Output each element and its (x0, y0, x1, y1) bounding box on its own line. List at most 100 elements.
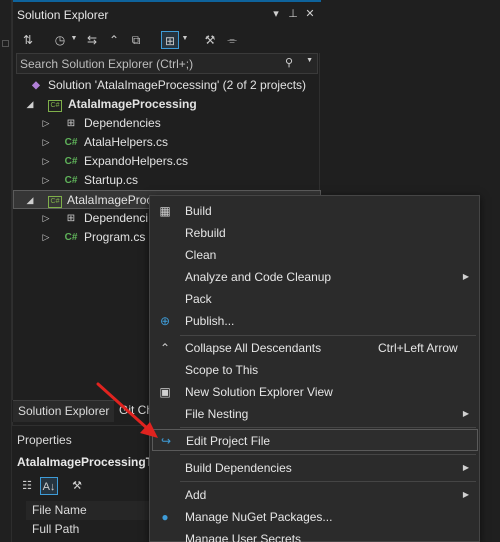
menu-item-collapse-all[interactable]: ⌃ Collapse All Descendants Ctrl+Left Arr… (152, 337, 478, 359)
menu-item-shortcut: Ctrl+Left Arrow (378, 341, 458, 355)
menu-item-publish[interactable]: ⊕ Publish... (152, 310, 478, 332)
panel-titlebar: Solution Explorer ▾ ⊥ ✕ (13, 0, 321, 27)
menu-item-label: Collapse All Descendants (185, 341, 322, 355)
close-icon[interactable]: ✕ (303, 6, 317, 22)
menu-item-label: New Solution Explorer View (185, 385, 333, 399)
menu-item-label: Build (185, 204, 212, 218)
tree-item-label: AtalaHelpers.cs (84, 135, 169, 149)
search-box[interactable]: ⚲ ▼ (16, 53, 318, 74)
tree-item-file[interactable]: ▷ C# ExpandoHelpers.cs (13, 152, 321, 171)
csharp-file-icon: C# (64, 137, 78, 148)
properties-title: Properties (17, 433, 72, 447)
left-edge-strip (0, 0, 12, 542)
tree-item-solution[interactable]: ◆ Solution 'AtalaImageProcessing' (2 of … (13, 76, 321, 95)
csharp-project-icon: C# (47, 191, 63, 210)
expanded-triangle-icon[interactable]: ◢ (25, 191, 35, 210)
tree-item-label: Dependencies (84, 116, 161, 130)
pending-changes-icon[interactable]: ⇆ (83, 31, 101, 49)
alphabetical-icon[interactable]: A↓ (40, 477, 58, 495)
nuget-icon: ● (161, 510, 169, 524)
collapse-chevron-icon: ⌃ (159, 341, 171, 355)
tree-item-label: ExpandoHelpers.cs (84, 154, 189, 168)
annotation-arrow-shaft (96, 382, 150, 431)
tree-item-label: Solution 'AtalaImageProcessing' (2 of 2 … (48, 78, 307, 92)
collapsed-triangle-icon[interactable]: ▷ (41, 114, 51, 133)
build-icon: ▦ (159, 204, 171, 218)
menu-item-manage-user-secrets[interactable]: Manage User Secrets (152, 528, 478, 542)
collapsed-triangle-icon[interactable]: ▷ (41, 209, 51, 228)
menu-item-label: Pack (185, 292, 212, 306)
submenu-arrow-icon: ▶ (462, 272, 469, 281)
menu-item-label: Clean (185, 248, 217, 262)
menu-item-file-nesting[interactable]: File Nesting ▶ (152, 403, 478, 425)
categorized-icon[interactable]: ☷ (18, 477, 36, 495)
collapsed-triangle-icon[interactable]: ▷ (41, 152, 51, 171)
menu-item-clean[interactable]: Clean (152, 244, 478, 266)
properties-object-name: AtalaImageProcessingTe (17, 455, 159, 469)
menu-item-label: Publish... (185, 314, 235, 328)
menu-item-rebuild[interactable]: Rebuild (152, 222, 478, 244)
strip-marker (2, 40, 9, 47)
menu-item-new-view[interactable]: ▣ New Solution Explorer View (152, 381, 478, 403)
csharp-file-icon: C# (64, 232, 78, 243)
tree-item-file[interactable]: ▷ C# Startup.cs (13, 171, 321, 190)
menu-item-label: File Nesting (185, 407, 249, 421)
menu-separator (180, 427, 476, 428)
tree-item-file[interactable]: ▷ C# AtalaHelpers.cs (13, 133, 321, 152)
menu-item-add[interactable]: Add ▶ (152, 484, 478, 506)
menu-item-build-dependencies[interactable]: Build Dependencies ▶ (152, 457, 478, 479)
dependencies-icon: ⊞ (66, 118, 76, 129)
menu-item-build[interactable]: ▦ Build (152, 200, 478, 222)
chevron-down-icon[interactable]: ▼ (70, 32, 78, 46)
chevron-down-icon[interactable]: ▼ (306, 57, 313, 64)
menu-item-label: Edit Project File (186, 434, 271, 448)
submenu-arrow-icon: ▶ (462, 409, 469, 418)
dependencies-icon: ⊞ (66, 213, 76, 224)
menu-item-label: Manage User Secrets (185, 532, 302, 542)
menu-item-label: Rebuild (185, 226, 226, 240)
history-icon[interactable]: ◷ (51, 31, 69, 49)
pin-icon[interactable]: ⊥ (286, 6, 300, 22)
context-menu: ▦ Build Rebuild Clean Analyze and Code C… (149, 195, 480, 542)
solution-explorer-toolbar: ⇅ ◷ ▼ ⇆ ⌃ ⧉ ⊞ ▼ ⚒ ⌯ (13, 27, 321, 53)
menu-item-label: Add (185, 488, 207, 502)
chevron-down-icon[interactable]: ▾ (269, 6, 283, 22)
submenu-arrow-icon: ▶ (462, 490, 469, 499)
csharp-project-icon: C# (47, 95, 63, 114)
menu-item-analyze[interactable]: Analyze and Code Cleanup ▶ (152, 266, 478, 288)
collapse-all-icon[interactable]: ⌃ (105, 31, 123, 49)
menu-item-label: Build Dependencies (185, 461, 292, 475)
expanded-triangle-icon[interactable]: ◢ (25, 95, 35, 114)
tree-item-project[interactable]: ◢ C# AtalaImageProcessing (13, 95, 321, 114)
menu-item-manage-nuget[interactable]: ● Manage NuGet Packages... (152, 506, 478, 528)
submenu-arrow-icon: ▶ (462, 463, 469, 472)
tree-item-label: AtalaImageProcessing (68, 97, 197, 111)
preview-selected-icon[interactable]: ⌯ (223, 31, 241, 49)
globe-icon: ⊕ (159, 314, 171, 328)
chevron-down-icon[interactable]: ▼ (181, 32, 189, 46)
menu-item-label: Manage NuGet Packages... (185, 510, 333, 524)
search-input[interactable] (20, 56, 280, 71)
sync-with-document-icon[interactable]: ⇅ (19, 31, 37, 49)
collapsed-triangle-icon[interactable]: ▷ (41, 171, 51, 190)
collapsed-triangle-icon[interactable]: ▷ (41, 133, 51, 152)
menu-item-pack[interactable]: Pack (152, 288, 478, 310)
file-nesting-icon[interactable]: ⊞ (161, 31, 179, 49)
search-icon[interactable]: ⚲ (285, 56, 299, 71)
menu-item-scope-to-this[interactable]: Scope to This (152, 359, 478, 381)
menu-separator (180, 454, 476, 455)
menu-item-edit-project-file[interactable]: ↪ Edit Project File (152, 429, 478, 451)
menu-item-label: Scope to This (185, 363, 259, 377)
properties-wrench-icon[interactable]: ⚒ (201, 31, 219, 49)
panel-title: Solution Explorer (17, 8, 109, 22)
property-pages-wrench-icon[interactable]: ⚒ (68, 477, 86, 495)
menu-item-label: Analyze and Code Cleanup (185, 270, 332, 284)
csharp-file-icon: C# (64, 175, 78, 186)
tree-item-label: Dependenci (84, 211, 149, 225)
show-all-files-icon[interactable]: ⧉ (127, 31, 145, 49)
tree-item-label: Program.cs (84, 230, 146, 244)
csharp-file-icon: C# (64, 156, 78, 167)
collapsed-triangle-icon[interactable]: ▷ (41, 228, 51, 247)
tree-item-label: Startup.cs (84, 173, 139, 187)
tree-item-dependencies[interactable]: ▷ ⊞ Dependencies (13, 114, 321, 133)
